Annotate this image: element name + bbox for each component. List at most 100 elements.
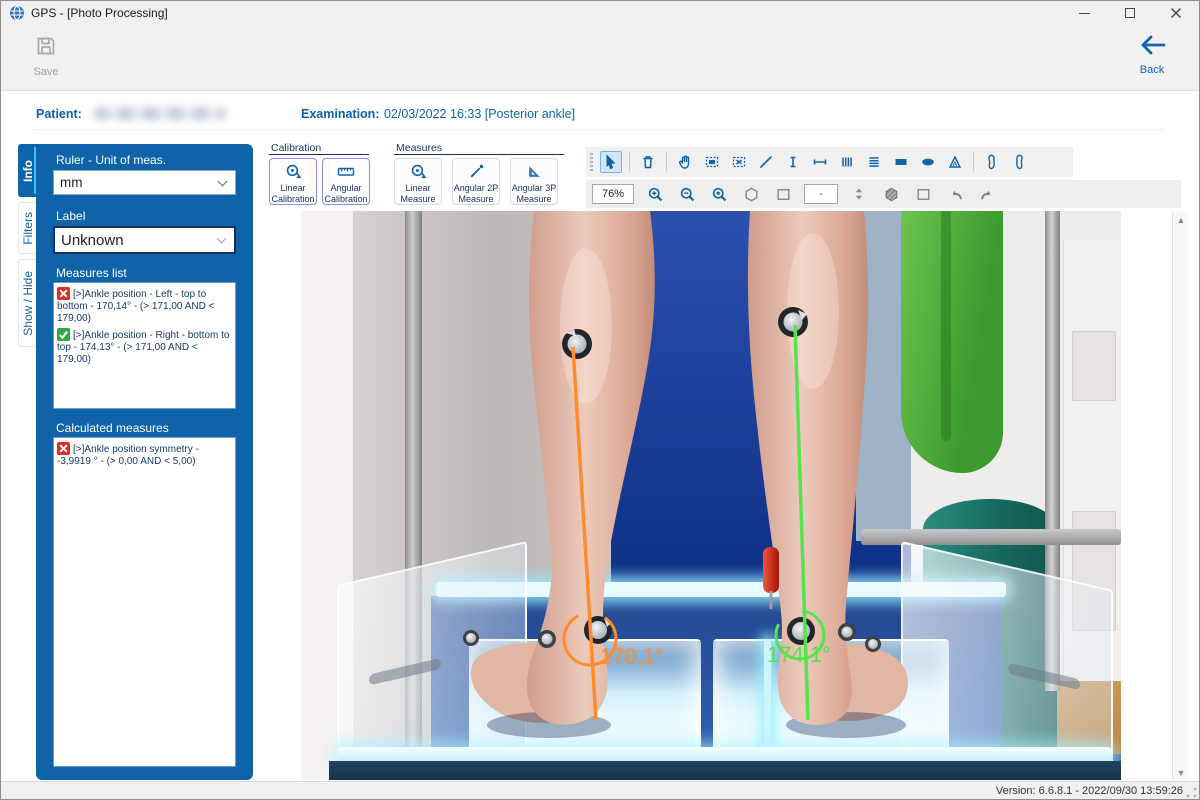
edit-toolbar-row1: A — [586, 147, 1073, 177]
tab-info[interactable]: Info — [18, 144, 37, 197]
polygon-tool-button[interactable] — [740, 183, 762, 205]
save-label: Save — [17, 66, 75, 78]
rectangle-icon — [775, 186, 792, 203]
foot-right-icon — [1011, 154, 1027, 170]
maximize-button[interactable] — [1107, 1, 1153, 25]
photo-frame-rail — [861, 529, 1121, 545]
divider — [269, 154, 369, 155]
undo-icon — [947, 186, 964, 203]
horizontal-segment-icon — [812, 154, 828, 170]
minimize-button[interactable] — [1061, 1, 1107, 25]
tab-show-hide[interactable]: Show / Hide — [18, 259, 37, 347]
calibration-group-label: Calibration — [271, 142, 321, 154]
filled-polygon-tool-button[interactable] — [880, 183, 902, 205]
linear-calibration-button[interactable]: Linear Calibration — [269, 158, 317, 205]
status-bar: Version: 6.6.8.1 - 2022/09/30 13:59:26 — [1, 781, 1199, 800]
clear-region-button[interactable] — [728, 151, 750, 173]
calculated-measures-listbox[interactable]: [>]Ankle position symmetry - -3,9919 ° -… — [53, 437, 236, 767]
pointer-icon — [603, 154, 619, 170]
photo-plexi-handle — [369, 658, 441, 686]
patient-name-redacted — [94, 107, 226, 120]
resize-grip[interactable] — [1186, 787, 1197, 798]
info-panel: Ruler - Unit of meas. mm Label Unknown M… — [36, 144, 253, 780]
pan-tool-button[interactable] — [674, 151, 696, 173]
minimize-icon — [1079, 13, 1090, 14]
ruler-unit-select[interactable]: mm — [53, 170, 236, 195]
line-style-select[interactable]: - — [804, 184, 838, 204]
line-point-icon — [468, 163, 485, 180]
zoom-in-button[interactable] — [644, 183, 666, 205]
app-window: GPS - [Photo Processing] Save — [0, 0, 1200, 800]
vertical-scrollbar[interactable]: ▲ ▼ — [1172, 211, 1188, 781]
zoom-out-icon — [679, 186, 696, 203]
back-button[interactable]: Back — [1123, 34, 1181, 76]
maximize-icon — [1125, 8, 1135, 18]
delete-annotation-button[interactable] — [637, 151, 659, 173]
measure-item[interactable]: [>]Ankle position - Right - bottom to to… — [57, 328, 232, 366]
calculated-item[interactable]: [>]Ankle position symmetry - -3,9919 ° -… — [57, 442, 232, 468]
filled-rectangle-icon — [893, 154, 909, 170]
ruler-icon — [337, 163, 355, 180]
label-select[interactable]: Unknown — [53, 226, 236, 254]
redo-button[interactable] — [976, 183, 998, 205]
rectangle-tool-button[interactable] — [772, 183, 794, 205]
rectangle2-tool-button[interactable] — [912, 183, 934, 205]
horizontal-lines-tool-button[interactable] — [863, 151, 885, 173]
tape-measure-icon — [410, 163, 427, 180]
vertical-line-tool-button[interactable] — [782, 151, 804, 173]
vertical-lines-tool-button[interactable] — [836, 151, 858, 173]
label-tool-button[interactable]: A — [944, 151, 966, 173]
examination-photo[interactable]: 170,1° 174,1° — [301, 211, 1121, 780]
close-icon — [1170, 7, 1182, 19]
measures-group-label: Measures — [396, 142, 442, 154]
line-tool-button[interactable] — [755, 151, 777, 173]
chevron-down-icon — [217, 234, 227, 244]
photo-green-towel — [901, 211, 1003, 473]
pointer-tool-button[interactable] — [600, 151, 622, 173]
filled-rectangle-tool-button[interactable] — [890, 151, 912, 173]
version-text: Version: 6.6.8.1 - 2022/09/30 13:59:26 — [996, 785, 1183, 797]
measures-listbox[interactable]: [>]Ankle position - Left - top to bottom… — [53, 282, 236, 409]
measure-item[interactable]: [>]Ankle position - Left - top to bottom… — [57, 287, 232, 325]
undo-button[interactable] — [944, 183, 966, 205]
linear-measure-button[interactable]: Linear Measure — [394, 158, 442, 205]
horizontal-segment-tool-button[interactable] — [809, 151, 831, 173]
polygon-icon — [743, 186, 760, 203]
filled-ellipse-tool-button[interactable] — [917, 151, 939, 173]
svg-text:A: A — [953, 161, 958, 168]
fail-cross-icon — [57, 442, 70, 455]
foot-left-icon — [984, 154, 1000, 170]
ruler-unit-label: Ruler - Unit of meas. — [56, 153, 166, 167]
photo-plexi-handle — [1008, 663, 1080, 691]
scroll-down-icon[interactable]: ▼ — [1173, 764, 1189, 781]
fail-cross-icon — [57, 287, 70, 300]
angular-3p-measure-button[interactable]: Angular 3P Measure — [510, 158, 558, 205]
image-viewer: 170,1° 174,1° — [254, 211, 1199, 781]
pan-hand-icon — [677, 154, 693, 170]
size-spinner[interactable] — [848, 183, 870, 205]
tab-filters[interactable]: Filters — [18, 202, 37, 254]
foot-right-tool-button[interactable] — [1008, 151, 1030, 173]
title-bar: GPS - [Photo Processing] — [1, 1, 1199, 25]
select-region-button[interactable] — [701, 151, 723, 173]
scroll-up-icon[interactable]: ▲ — [1173, 211, 1189, 228]
delete-icon — [640, 154, 656, 170]
filled-polygon-icon — [883, 186, 900, 203]
back-arrow-icon — [1138, 34, 1166, 56]
foot-left-tool-button[interactable] — [981, 151, 1003, 173]
back-label: Back — [1123, 64, 1181, 76]
edit-toolbar-row2: - — [586, 180, 1181, 208]
toolbar-grip[interactable] — [590, 153, 593, 171]
divider — [666, 152, 667, 172]
set-square-icon — [526, 163, 543, 180]
angular-calibration-button[interactable]: Angular Calibration — [322, 158, 370, 205]
zoom-out-button[interactable] — [676, 183, 698, 205]
zoom-region-button[interactable] — [708, 183, 730, 205]
zoom-level-input[interactable] — [592, 184, 634, 204]
close-button[interactable] — [1153, 1, 1199, 25]
save-button[interactable]: Save — [17, 34, 75, 78]
divider — [394, 154, 564, 155]
line-icon — [758, 154, 774, 170]
angular-2p-measure-button[interactable]: Angular 2P Measure — [452, 158, 500, 205]
horizontal-lines-icon — [866, 154, 882, 170]
